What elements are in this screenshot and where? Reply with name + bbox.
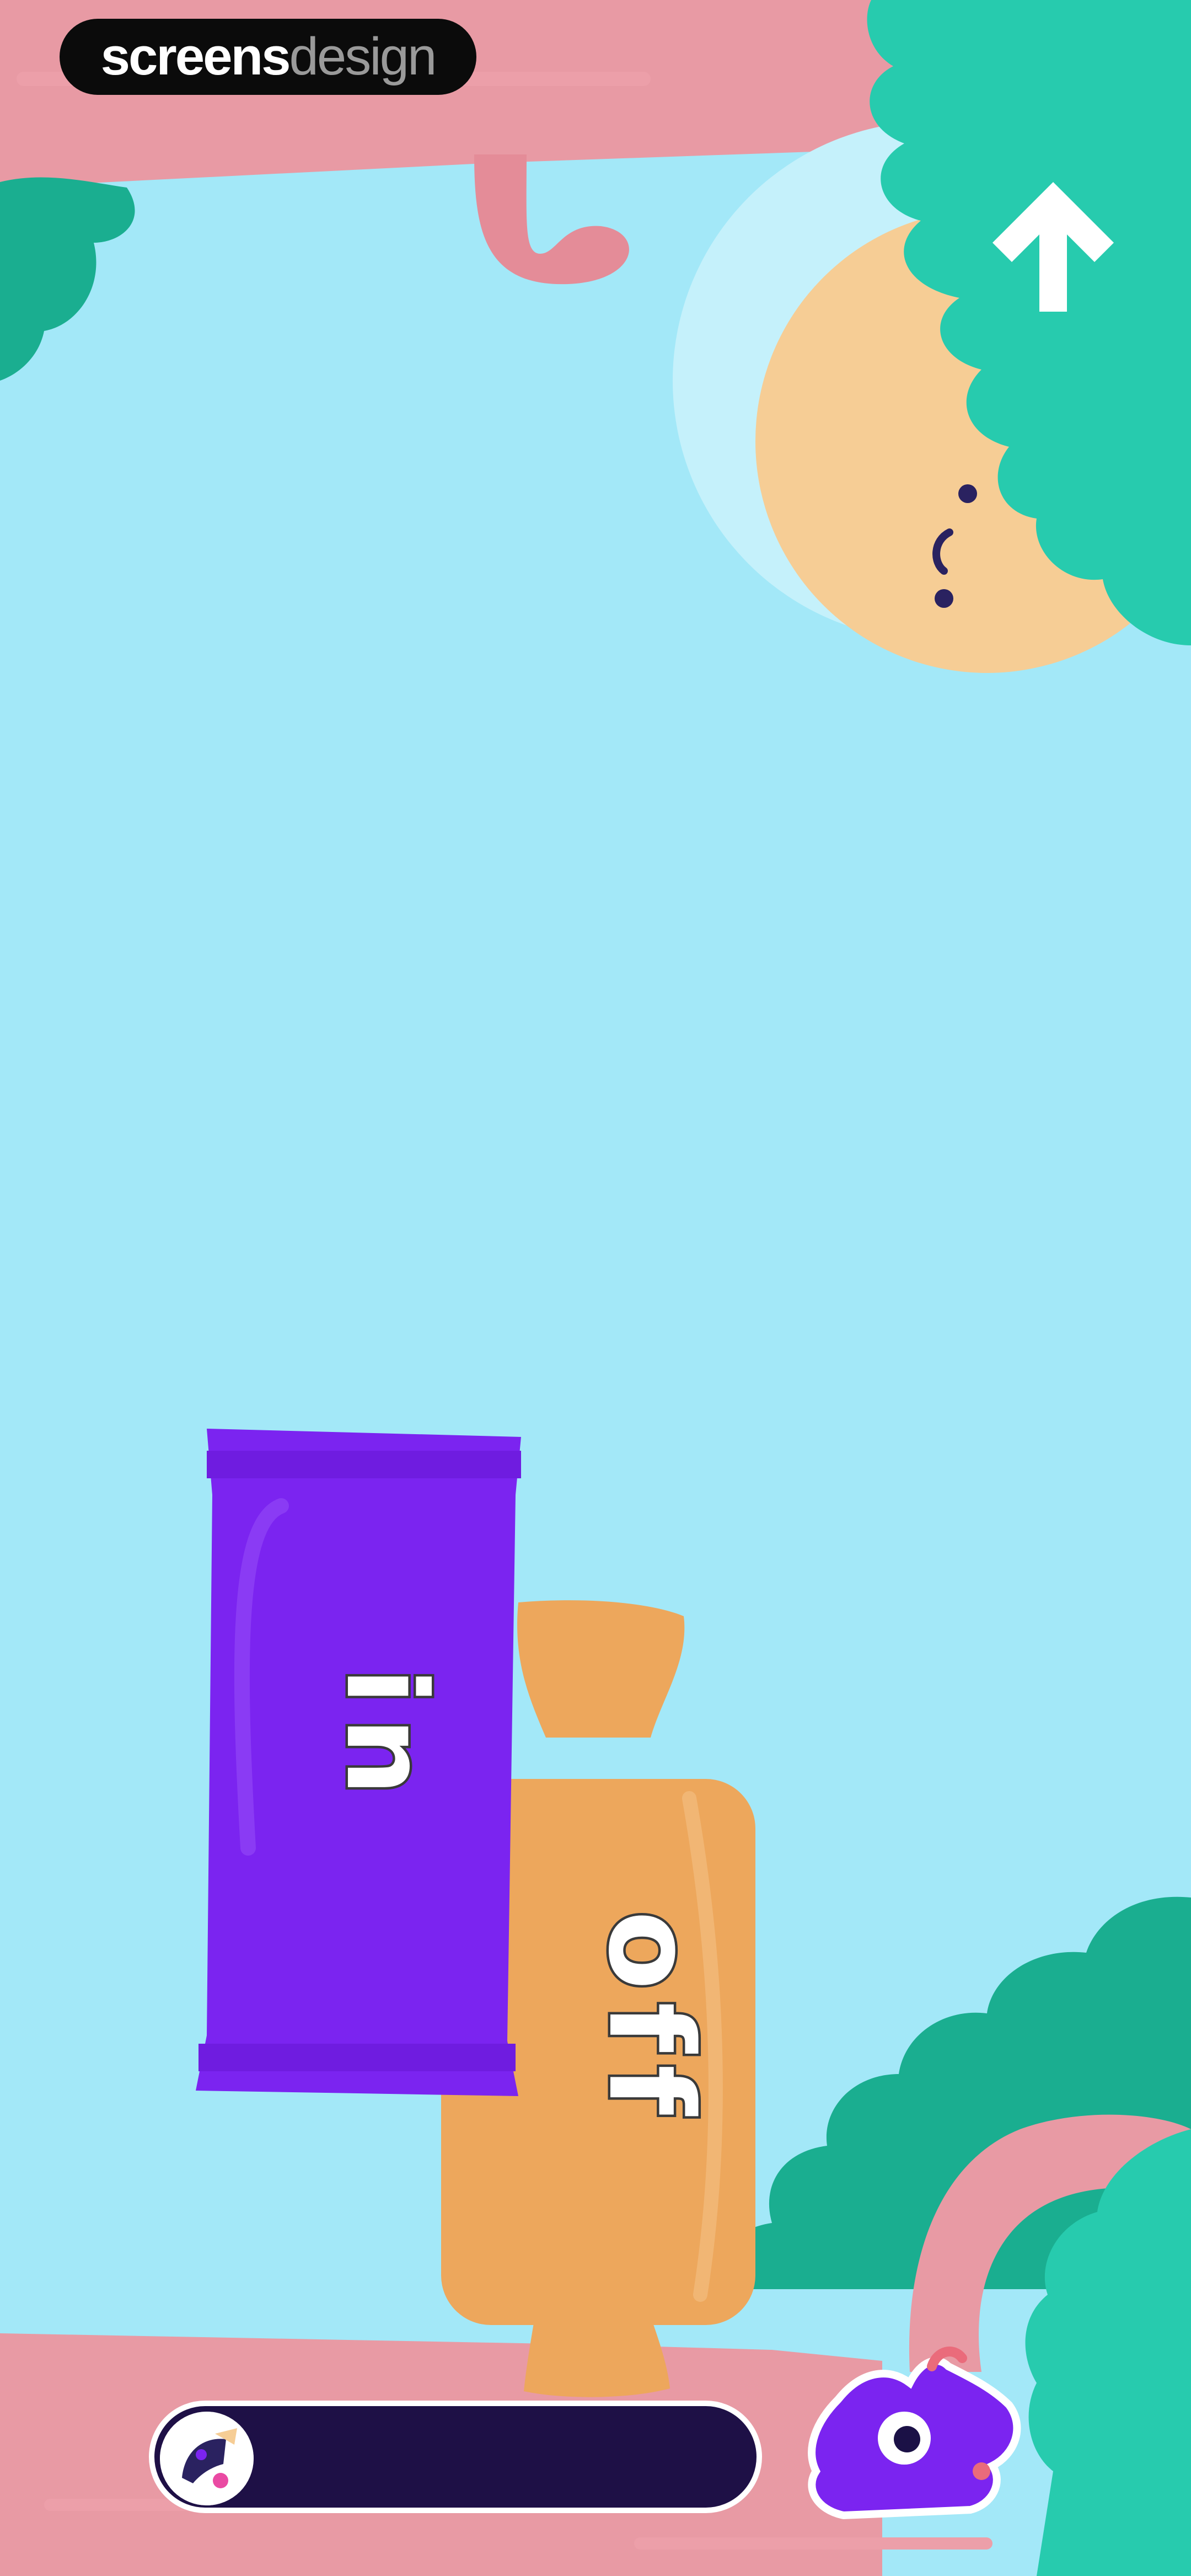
top-left-leaves — [0, 177, 135, 381]
branch-hook — [474, 154, 629, 285]
up-arrow-icon[interactable] — [981, 171, 1125, 320]
badge-text-light: design — [289, 27, 437, 86]
game-scene — [0, 0, 1191, 2576]
word-in[interactable]: in — [319, 1627, 453, 1848]
off-candy-top-twist — [517, 1600, 685, 1738]
word-off[interactable]: off — [581, 1853, 721, 2184]
character-avatar-icon — [160, 2412, 254, 2505]
ground-highlight — [634, 2537, 993, 2550]
moon-eye — [935, 589, 953, 608]
in-card-band — [198, 2044, 516, 2071]
badge-text-bold: screens — [100, 27, 291, 86]
moon-eye — [958, 484, 977, 503]
in-card-band — [207, 1451, 521, 1478]
screensdesign-badge: screens design — [60, 19, 476, 95]
